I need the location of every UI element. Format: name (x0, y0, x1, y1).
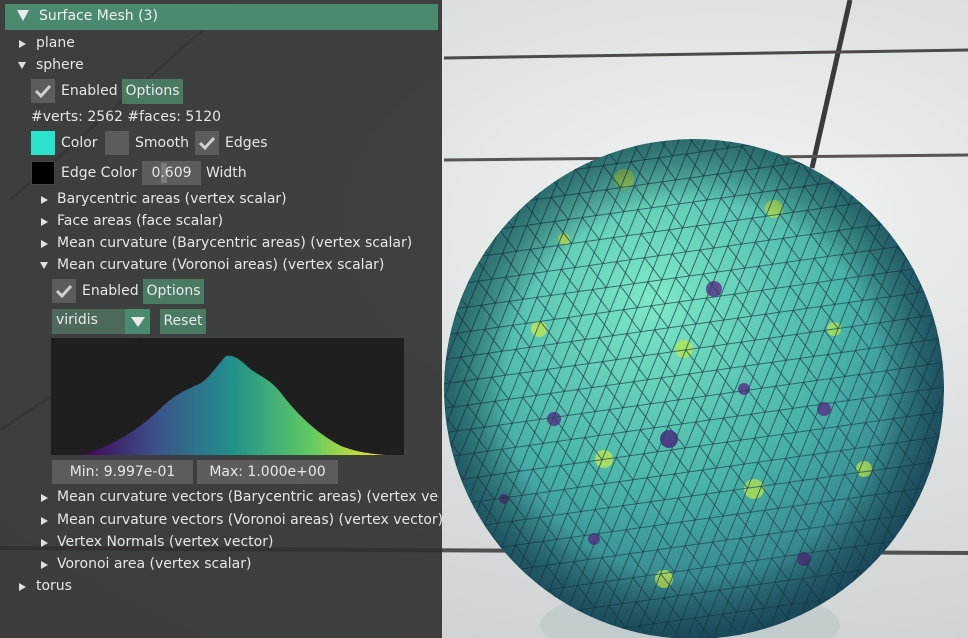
min-value-field[interactable]: Min: 9.997e-01 (52, 460, 193, 484)
quantity-label: Barycentric areas (vertex scalar) (57, 191, 287, 207)
colormap-value: viridis (56, 312, 98, 328)
expand-arrow-icon (41, 196, 48, 204)
expand-arrow-icon (41, 494, 48, 502)
sphere-options-button[interactable]: Options (122, 79, 183, 104)
structures-panel: Surface Mesh (3) plane sphere Enabled Op… (0, 0, 444, 638)
edge-color-label: Edge Color (61, 165, 138, 181)
quantity-label: Mean curvature vectors (Barycentric area… (57, 489, 439, 505)
checkmark-icon (34, 84, 52, 99)
collapse-triangle-icon (17, 10, 29, 21)
quantity-options-button[interactable]: Options (143, 279, 204, 304)
expand-arrow-icon (19, 583, 26, 591)
enabled-label: Enabled (61, 83, 118, 99)
expand-arrow-icon (41, 218, 48, 226)
edge-width-slider[interactable]: 0.609 (142, 161, 201, 185)
color-label: Color (61, 135, 98, 151)
surface-mesh-header[interactable]: Surface Mesh (3) (5, 4, 438, 30)
mesh-label-torus: torus (36, 578, 72, 594)
reset-button[interactable]: Reset (160, 309, 206, 334)
quantity-label: Face areas (face scalar) (57, 213, 224, 229)
expand-arrow-icon (19, 40, 26, 48)
quantity-label: Mean curvature (Voronoi areas) (vertex s… (57, 257, 385, 273)
edge-color-swatch[interactable] (31, 161, 55, 185)
expand-arrow-icon (41, 517, 48, 525)
quantity-label: Mean curvature vectors (Voronoi areas) (… (57, 512, 444, 528)
checkmark-icon (198, 136, 216, 151)
edges-checkbox[interactable] (195, 131, 219, 155)
edges-label: Edges (225, 135, 268, 151)
mesh-color-swatch[interactable] (31, 131, 55, 155)
quantity-label: Vertex Normals (vertex vector) (57, 534, 274, 550)
expand-arrow-icon (41, 561, 48, 569)
surface-mesh-title: Surface Mesh (3) (39, 8, 158, 24)
collapse-arrow-icon (40, 262, 48, 269)
checkmark-icon (55, 284, 73, 299)
quantity-label: Voronoi area (vertex scalar) (57, 556, 252, 572)
colormap-select[interactable]: viridis (52, 309, 150, 334)
mesh-label-plane: plane (36, 35, 75, 51)
edge-width-value: 0.609 (151, 165, 192, 181)
quantity-enabled-checkbox[interactable] (52, 279, 76, 303)
width-label: Width (206, 165, 247, 181)
enabled-label: Enabled (82, 283, 139, 299)
mesh-stats: #verts: 2562 #faces: 5120 (31, 109, 222, 125)
dropdown-arrow-icon (125, 309, 150, 334)
collapse-arrow-icon (18, 62, 26, 69)
quantity-label: Mean curvature (Barycentric areas) (vert… (57, 235, 413, 251)
expand-arrow-icon (41, 539, 48, 547)
max-value-field[interactable]: Max: 1.000e+00 (197, 460, 338, 484)
smooth-checkbox[interactable] (105, 131, 129, 155)
sphere-enabled-checkbox[interactable] (31, 79, 55, 103)
sphere-mesh-render (444, 139, 944, 638)
smooth-label: Smooth (135, 135, 190, 151)
expand-arrow-icon (41, 240, 48, 248)
mesh-label-sphere: sphere (36, 57, 84, 73)
colormap-histogram[interactable] (51, 338, 404, 455)
